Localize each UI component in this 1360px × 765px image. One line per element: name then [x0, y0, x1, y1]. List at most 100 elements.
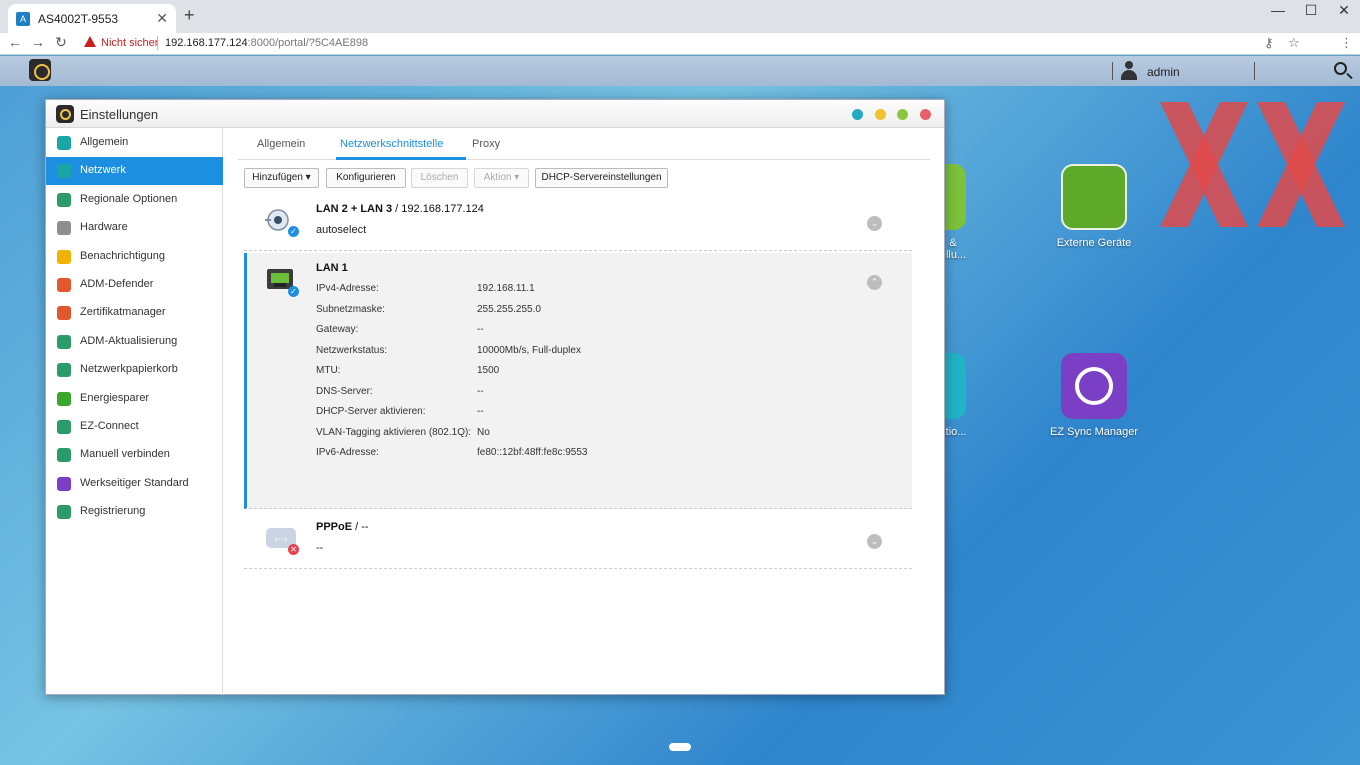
watermark-logo [1160, 102, 1345, 227]
property-value: 255.255.255.0 [477, 303, 541, 315]
status-ok-icon: ✓ [288, 226, 299, 237]
taskbar-separator [1112, 62, 1113, 80]
sidebar-item-label: Netzwerkpapierkorb [80, 363, 178, 376]
browser-tab-bar: A AS4002T-9553 ✕ + — ☐ ✕ [0, 0, 1360, 33]
action-button[interactable]: Aktion ▾ [474, 168, 529, 188]
interface-sub: -- [316, 542, 324, 554]
back-icon[interactable]: ← [6, 34, 24, 50]
sidebar-item-label: ADM-Defender [80, 278, 154, 290]
collapse-chevron-icon[interactable]: ⌃ [867, 275, 882, 290]
forward-icon[interactable]: → [29, 34, 47, 50]
sidebar-item[interactable]: Energiesparer [46, 385, 223, 413]
sidebar-item[interactable]: Netzwerkpapierkorb [46, 356, 223, 384]
interface-card-pppoe[interactable]: ‹··› ✕ PPPoE / -- -- ⌄ [244, 511, 912, 569]
external-devices-icon[interactable] [1061, 164, 1127, 230]
delete-button[interactable]: Löschen [411, 168, 468, 188]
sidebar-item[interactable]: Benachrichtigung [46, 243, 223, 271]
sidebar-item-label: Zertifikatmanager [80, 306, 166, 319]
interface-card-lan1[interactable]: ✓ LAN 1 ⌃ IPv4-Adresse: 192.168.11.1 Subne… [244, 253, 912, 509]
sidebar-item-icon [57, 221, 71, 236]
expand-chevron-icon[interactable]: ⌄ [867, 534, 882, 549]
interface-mode: autoselect [316, 224, 367, 236]
security-warning[interactable]: Nicht sicher [101, 37, 158, 49]
adm-home-icon[interactable] [29, 59, 51, 81]
interface-ip: 192.168.177.124 [401, 203, 484, 215]
sidebar-item[interactable]: Allgemein [46, 129, 223, 157]
sidebar-item-icon [57, 136, 71, 150]
sidebar-item-label: ADM-Aktualisierung [80, 334, 178, 347]
settings-sidebar: Allgemein Netzwerk Regionale Optionen Hardw… [46, 129, 223, 695]
property-value: No [477, 426, 490, 438]
reload-icon[interactable]: ↻ [52, 34, 70, 51]
tab-netzwerkschnittstelle[interactable]: Netzwerkschnittstelle [340, 138, 443, 150]
settings-content: Allgemein Netzwerkschnittstelle Proxy Hi… [224, 129, 944, 695]
sidebar-item[interactable]: Regionale Optionen [46, 186, 223, 214]
desktop-app-label: Externe Geräte [1056, 237, 1132, 249]
sidebar-item[interactable]: Werkseitiger Standard [46, 470, 223, 498]
window-control-maximize[interactable] [897, 109, 908, 120]
menu-icon[interactable]: ⋮ [1340, 35, 1353, 51]
property-label: IPv4-Adresse: [316, 283, 379, 294]
sidebar-item[interactable]: Hardware [46, 214, 223, 242]
maximize-icon[interactable]: ☐ [1301, 2, 1321, 19]
sidebar-item-icon [57, 420, 71, 434]
sidebar-item-icon [57, 164, 71, 179]
window-control-help[interactable] [852, 109, 863, 120]
browser-tab[interactable]: A AS4002T-9553 ✕ [8, 4, 176, 33]
sidebar-item-label: Netzwerk [80, 164, 126, 177]
add-button[interactable]: Hinzufügen ▾ [244, 168, 319, 188]
window-title: Einstellungen [80, 107, 159, 122]
desktop-app-label: EZ Sync Manager [1049, 426, 1139, 438]
interface-separator: / [352, 521, 362, 533]
adm-taskbar: admin [0, 56, 1360, 86]
taskbar-separator [1254, 62, 1255, 80]
tab-proxy[interactable]: Proxy [472, 138, 500, 150]
new-tab-icon[interactable]: + [184, 5, 195, 26]
sidebar-item[interactable]: Zertifikatmanager [46, 299, 223, 327]
interface-name: LAN 1 [316, 262, 348, 274]
user-icon[interactable] [1120, 61, 1138, 81]
sidebar-item[interactable]: ADM-Aktualisierung [46, 328, 223, 356]
property-value: fe80::12bf:48ff:fe8c:9553 [477, 447, 588, 458]
sidebar-item-icon [57, 363, 71, 378]
warning-icon[interactable] [84, 36, 96, 47]
url-field[interactable]: 192.168.177.124:8000/portal/?5C4AE898 [165, 37, 368, 49]
property-value: 10000Mb/s, Full-duplex [477, 344, 581, 356]
address-bar: ← → ↻ Nicht sicher 192.168.177.124:8000/… [0, 33, 1360, 55]
configure-button[interactable]: Konfigurieren [326, 168, 406, 188]
sidebar-item[interactable]: ADM-Defender [46, 271, 223, 299]
property-label: Gateway: [316, 324, 359, 335]
active-tab-indicator [336, 157, 466, 160]
property-value: 192.168.11.1 [477, 283, 535, 294]
expand-chevron-icon[interactable]: ⌄ [867, 216, 882, 231]
window-control-close[interactable] [920, 109, 931, 120]
minimize-icon[interactable]: — [1268, 2, 1288, 18]
dhcp-settings-button[interactable]: DHCP-Servereinstellungen [535, 168, 668, 188]
sidebar-item[interactable]: Registrierung [46, 498, 223, 526]
window-close-icon[interactable]: ✕ [1334, 2, 1354, 19]
search-icon[interactable] [1334, 62, 1347, 75]
tab-allgemein[interactable]: Allgemein [257, 138, 305, 150]
tab-close-icon[interactable]: ✕ [156, 10, 168, 27]
property-label: MTU: [316, 365, 341, 376]
window-control-minimize[interactable] [875, 109, 886, 120]
sidebar-item[interactable]: Manuell verbinden [46, 441, 223, 469]
interface-name: PPPoE [316, 521, 353, 533]
property-label: VLAN-Tagging aktivieren (802.1Q): [316, 426, 472, 438]
sidebar-item-label: Benachrichtigung [80, 249, 166, 262]
settings-window: Einstellungen Allgemein Netzwerk Regionale… [45, 99, 945, 695]
browser-tab-title: AS4002T-9553 [38, 12, 119, 26]
star-icon[interactable]: ☆ [1288, 35, 1300, 51]
sidebar-item[interactable]: EZ-Connect [46, 413, 223, 441]
sidebar-item-icon [57, 249, 71, 264]
key-icon[interactable]: ⚷ [1264, 35, 1274, 51]
url-path: :8000/portal/?5C4AE898 [247, 37, 369, 49]
username[interactable]: admin [1147, 65, 1180, 79]
interface-card-lan23[interactable]: ✓ LAN 2 + LAN 3 / 192.168.177.124 autose… [244, 193, 912, 251]
window-titlebar[interactable]: Einstellungen [46, 100, 944, 128]
dock-handle[interactable] [669, 743, 691, 751]
sidebar-item[interactable]: Netzwerk [46, 157, 223, 186]
interface-name: LAN 2 + LAN 3 [316, 203, 393, 215]
ez-sync-manager-icon[interactable] [1061, 353, 1127, 419]
sidebar-item-icon [57, 278, 71, 292]
